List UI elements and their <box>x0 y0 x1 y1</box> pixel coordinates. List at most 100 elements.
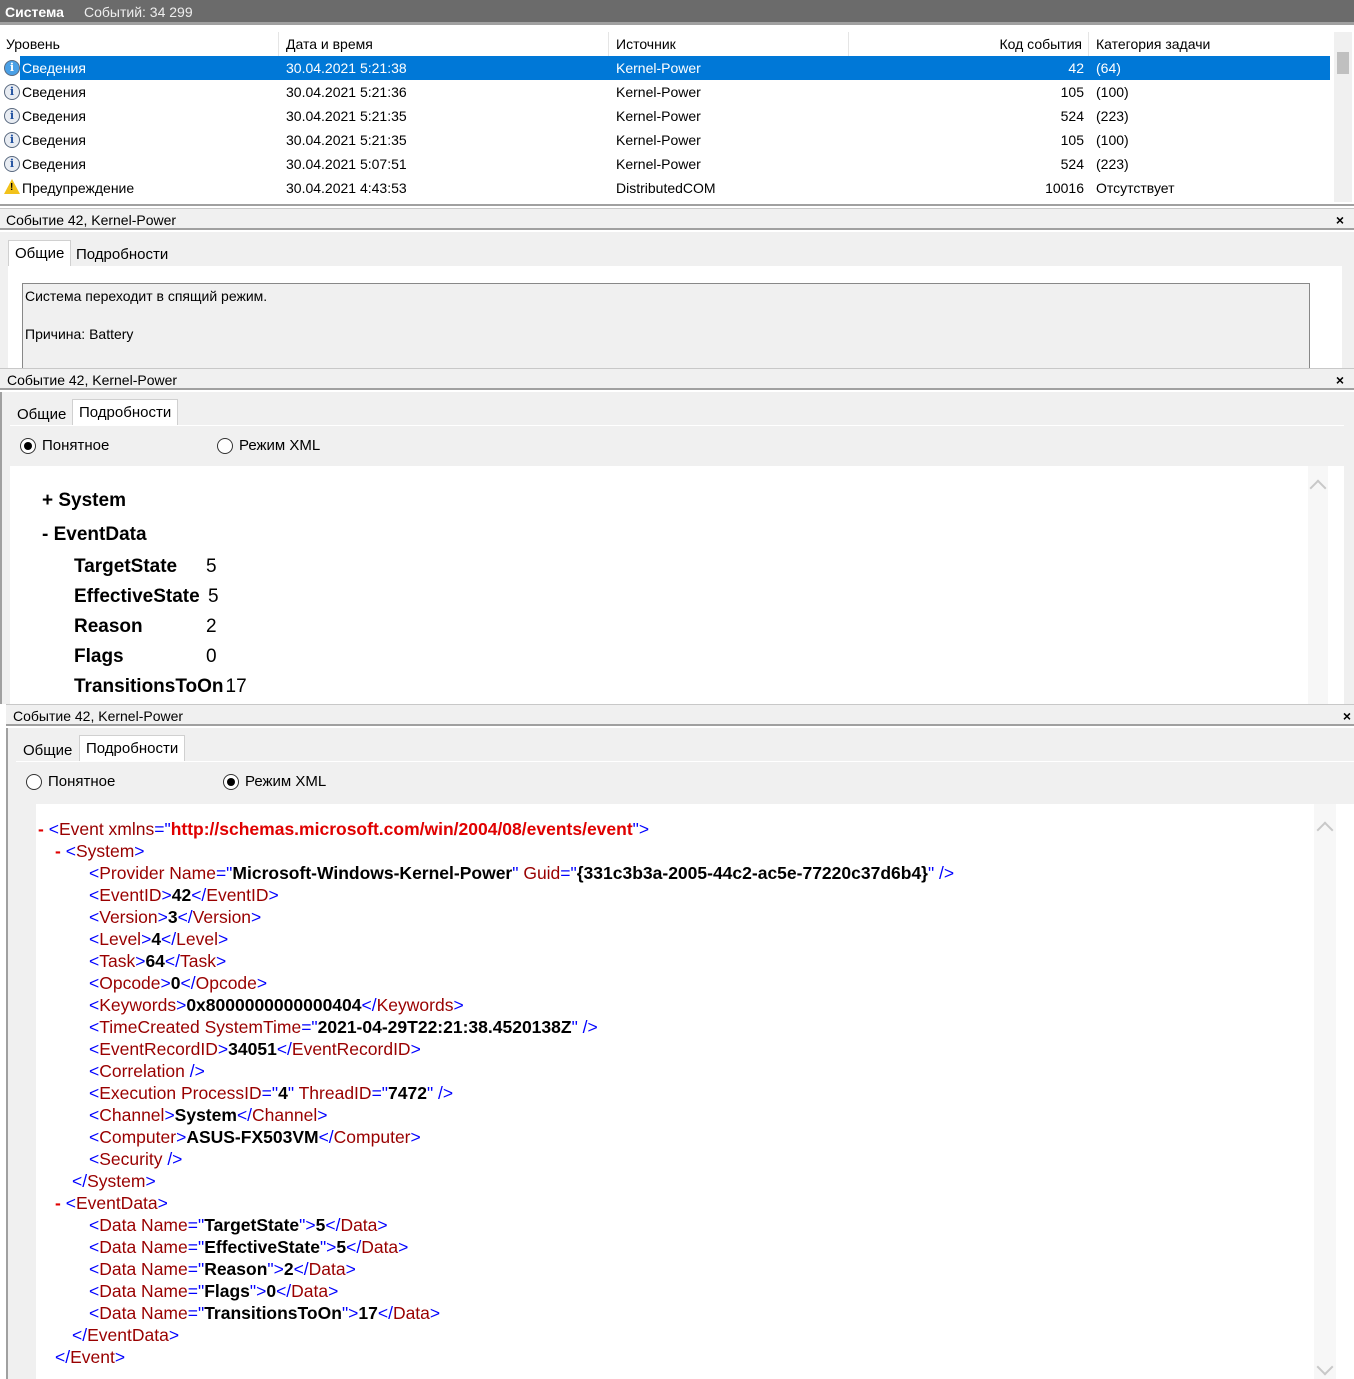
xml-token: > <box>410 1127 421 1147</box>
xml-token: > <box>398 1237 409 1257</box>
xml-token: > <box>345 1259 356 1279</box>
field-value: 17 <box>225 676 247 697</box>
cell-datetime: 30.04.2021 5:21:35 <box>286 132 407 148</box>
column-header-category[interactable]: Категория задачи <box>1089 32 1329 56</box>
collapse-toggle[interactable]: - <box>55 841 66 861</box>
events-table: Уровень Дата и время Источник Код событи… <box>0 28 1354 206</box>
xml-token: > <box>429 1303 441 1323</box>
xml-token: Event xmlns <box>58 819 155 839</box>
details-scrollbar[interactable] <box>1308 466 1328 704</box>
cell-source: Kernel-Power <box>616 108 701 124</box>
table-row[interactable]: i Сведения 30.04.2021 5:21:35 Kernel-Power 1… <box>0 128 1330 152</box>
cell-category: (100) <box>1096 132 1129 148</box>
xml-token: 7472 <box>388 1083 427 1103</box>
xml-token: Opcode <box>99 973 161 993</box>
xml-token: 3 <box>167 907 178 927</box>
xml-token: Task <box>180 951 216 971</box>
xml-line: <Channel>System</Channel> <box>89 1104 327 1126</box>
radio-xml-view[interactable]: Режим XML <box>223 772 326 792</box>
xml-token: </ <box>161 929 177 949</box>
xml-token: < <box>89 1039 100 1059</box>
xml-token: ThreadID <box>298 1083 372 1103</box>
collapse-toggle[interactable]: - <box>55 1193 66 1213</box>
xml-token: > <box>157 907 168 927</box>
xml-token: "> <box>299 1215 316 1235</box>
collapse-toggle[interactable]: - <box>38 819 49 839</box>
column-header-source[interactable]: Источник <box>609 32 849 56</box>
xml-token: Version <box>192 907 252 927</box>
table-row[interactable]: ! Предупреждение 30.04.2021 4:43:53 Distrib… <box>0 176 1330 200</box>
xml-token: EventID <box>99 885 162 905</box>
xml-line[interactable]: - <System> <box>55 840 145 862</box>
radio-friendly-view[interactable]: Понятное <box>20 436 109 456</box>
xml-token: < <box>89 1281 100 1301</box>
expand-system[interactable]: + System <box>42 490 126 512</box>
log-name: Система <box>5 4 64 20</box>
scroll-up-icon[interactable] <box>1309 479 1327 497</box>
xml-token: ASUS-FX503VM <box>186 1127 319 1147</box>
collapse-eventdata[interactable]: - EventData <box>42 524 147 546</box>
radio-icon <box>217 438 233 454</box>
close-icon[interactable]: × <box>1336 369 1344 391</box>
xml-token: Opcode <box>195 973 257 993</box>
tab-general[interactable]: Общие <box>8 240 72 266</box>
xml-token: System <box>87 1171 146 1191</box>
xml-token: </ <box>276 1281 292 1301</box>
table-row[interactable]: i Сведения 30.04.2021 5:07:51 Kernel-Power 5… <box>0 152 1330 176</box>
xml-token: > <box>268 885 279 905</box>
tab-details[interactable]: Подробности <box>72 399 179 425</box>
scroll-up-icon[interactable] <box>1316 821 1334 839</box>
tab-details[interactable]: Подробности <box>70 242 174 268</box>
scrollbar-thumb[interactable] <box>1337 52 1349 74</box>
xml-token: =" <box>215 863 233 883</box>
column-header-level[interactable]: Уровень <box>0 32 279 56</box>
xml-token: > <box>114 1347 126 1367</box>
xml-line[interactable]: - <EventData> <box>55 1192 168 1214</box>
column-header-datetime[interactable]: Дата и время <box>279 32 609 56</box>
xml-token: TransitionsToOn <box>204 1303 342 1323</box>
xml-token: Channel <box>99 1105 165 1125</box>
radio-xml-view[interactable]: Режим XML <box>217 436 320 456</box>
xml-token: </ <box>164 951 181 971</box>
table-row[interactable]: i Сведения 30.04.2021 5:21:36 Kernel-Power 1… <box>0 80 1330 104</box>
field-value: 5 <box>208 586 219 607</box>
xml-token: Computer <box>333 1127 411 1147</box>
xml-token: Execution ProcessID <box>99 1083 262 1103</box>
xml-token: </ <box>55 1347 71 1367</box>
close-icon[interactable]: × <box>1336 209 1344 231</box>
xml-token: 0 <box>266 1281 277 1301</box>
xml-token: Reason <box>204 1259 268 1279</box>
xml-token: =" <box>154 819 171 839</box>
xml-token: < <box>65 1193 76 1213</box>
radio-label: Режим XML <box>245 773 327 790</box>
xml-token: Version <box>99 907 158 927</box>
xml-token: Level <box>99 929 142 949</box>
cell-code: 524 <box>1060 156 1084 172</box>
column-header-event-id[interactable]: Код события <box>849 32 1089 56</box>
scroll-down-icon[interactable] <box>1316 1358 1334 1376</box>
info-icon: i <box>4 84 20 100</box>
xml-scrollbar[interactable] <box>1314 804 1336 1379</box>
event-details-panel: Общие Подробности Понятное Режим XML - <… <box>6 728 1354 1379</box>
cell-code: 10016 <box>1045 180 1084 196</box>
xml-line[interactable]: - <Event xmlns="http://schemas.microsoft… <box>38 818 649 840</box>
xml-token: < <box>89 973 100 993</box>
table-row[interactable]: i Сведения 30.04.2021 5:21:38 Kernel-Power 4… <box>4 56 1330 80</box>
xml-token: 5 <box>336 1237 347 1257</box>
table-row[interactable]: i Сведения 30.04.2021 5:21:35 Kernel-Power 5… <box>0 104 1330 128</box>
xml-token: </ <box>377 1303 393 1323</box>
xml-token: </ <box>276 1039 292 1059</box>
cell-level: Предупреждение <box>22 180 135 196</box>
xml-token: =" <box>301 1017 318 1037</box>
xml-token: " <box>287 1083 299 1103</box>
xml-token: < <box>89 1215 100 1235</box>
xml-token: Event <box>70 1347 115 1367</box>
tab-details[interactable]: Подробности <box>79 735 186 761</box>
xml-token: =" <box>371 1083 388 1103</box>
event-details-panel: Общие Подробности Понятное Режим XML + S… <box>0 392 1354 704</box>
table-scrollbar[interactable] <box>1334 32 1352 202</box>
message-text: Система переходит в спящий режим. <box>25 288 268 304</box>
radio-friendly-view[interactable]: Понятное <box>26 772 115 792</box>
close-icon[interactable]: × <box>1343 705 1351 727</box>
xml-token: < <box>89 885 100 905</box>
